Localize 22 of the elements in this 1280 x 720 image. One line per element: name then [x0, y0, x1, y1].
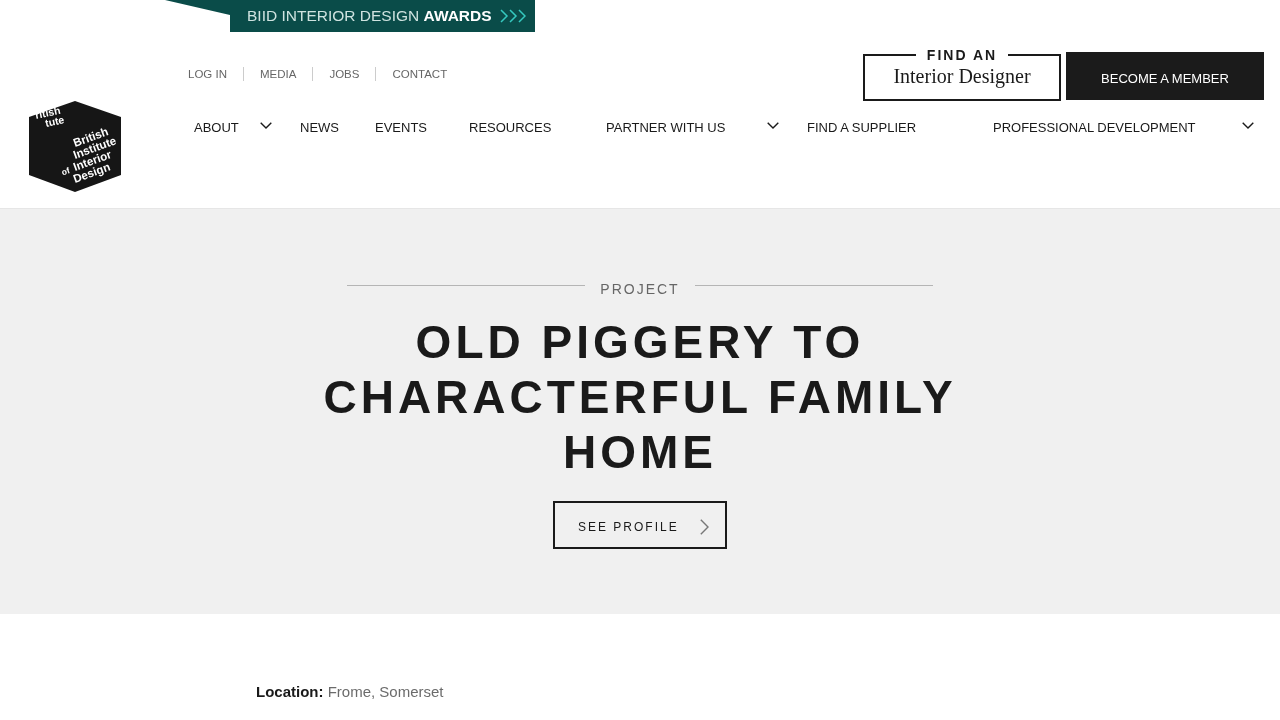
- nav-link[interactable]: EVENTS: [375, 118, 427, 138]
- chevron-right-icon: [700, 518, 709, 535]
- nav-link[interactable]: RESOURCES: [469, 118, 552, 138]
- see-profile-button[interactable]: SEE PROFILE: [553, 501, 727, 549]
- chevron-down-icon[interactable]: [1242, 121, 1254, 129]
- utility-link[interactable]: MEDIA: [243, 67, 313, 81]
- page-title: OLD PIGGERY TO CHARACTERFUL FAMILY HOME: [322, 315, 958, 480]
- eyebrow-label: PROJECT: [600, 280, 680, 298]
- nav-link[interactable]: PROFESSIONAL DEVELOPMENT: [993, 118, 1196, 138]
- utility-link[interactable]: CONTACT: [375, 67, 464, 81]
- find-designer-button[interactable]: FIND AN Interior Designer: [863, 48, 1061, 101]
- become-member-button[interactable]: BECOME A MEMBER: [1066, 52, 1264, 100]
- utility-link[interactable]: JOBS: [312, 67, 376, 81]
- nav-link[interactable]: NEWS: [300, 118, 339, 138]
- nav-link[interactable]: PARTNER WITH US: [606, 118, 726, 138]
- nav-link[interactable]: FIND A SUPPLIER: [807, 118, 917, 138]
- location-text: Location: Frome, Somerset: [256, 682, 444, 702]
- triple-chevron-icon: [499, 9, 526, 23]
- utility-link[interactable]: LOG IN: [188, 67, 243, 81]
- chevron-down-icon[interactable]: [260, 121, 272, 129]
- nav-link[interactable]: ABOUT: [194, 118, 239, 138]
- chevron-down-icon[interactable]: [767, 121, 779, 129]
